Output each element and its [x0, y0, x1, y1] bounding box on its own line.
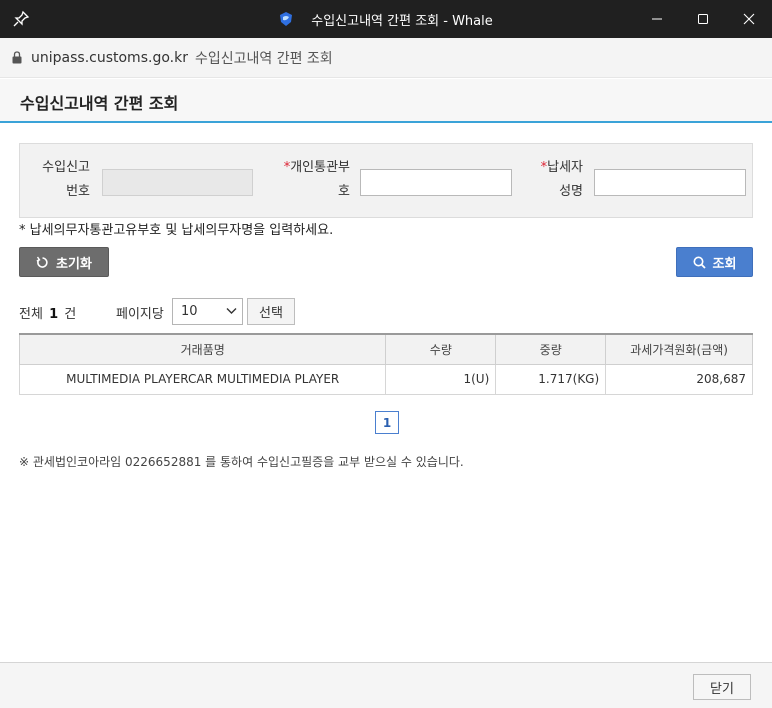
customs-code-label-text: 개인통관부	[290, 160, 350, 175]
import-no-label-line1: 수입신고	[42, 160, 90, 175]
results-table: 거래품명 수량 중량 과세가격원화(금액) MULTIMEDIA PLAYERC…	[18, 333, 753, 395]
bottom-bar: 닫기	[0, 662, 772, 708]
search-button[interactable]: 조회	[676, 247, 753, 277]
address-page-title: 수입신고내역 간편 조회	[194, 50, 333, 67]
address-host: unipass.customs.go.kr	[31, 49, 188, 66]
select-button[interactable]: 선택	[247, 298, 295, 325]
import-no-field	[102, 169, 253, 196]
taxpayer-label-line1: *납세자	[520, 156, 583, 180]
taxpayer-field[interactable]	[594, 169, 746, 196]
per-page-value: 10	[181, 304, 198, 319]
column-header-item: 거래품명	[18, 333, 387, 365]
chevron-down-icon	[226, 308, 237, 314]
customs-code-field[interactable]	[360, 169, 512, 196]
taxpayer-label: *납세자 성명	[520, 156, 583, 204]
search-form: 수입신고 번호 *개인통관부 호 *납세자 성명	[19, 143, 753, 218]
total-count-value: 1	[49, 307, 59, 322]
window-close-button[interactable]	[726, 0, 772, 38]
close-button[interactable]: 닫기	[693, 674, 751, 700]
reset-button[interactable]: 초기화	[19, 247, 109, 277]
table-row[interactable]: MULTIMEDIA PLAYERCAR MULTIMEDIA PLAYER 1…	[18, 363, 753, 395]
search-button-label: 조회	[712, 256, 737, 272]
pagination-page[interactable]: 1	[375, 411, 399, 434]
address-bar[interactable]: unipass.customs.go.kr 수입신고내역 간편 조회	[0, 38, 772, 78]
customs-code-input[interactable]	[361, 170, 511, 195]
page-header: 수입신고내역 간편 조회	[0, 79, 772, 123]
reset-button-label: 초기화	[56, 256, 92, 272]
import-no-label-line2: 번호	[66, 184, 90, 199]
window-titlebar: 수입신고내역 간편 조회 - Whale	[0, 0, 772, 38]
lock-icon	[12, 51, 22, 64]
table-header-row: 거래품명 수량 중량 과세가격원화(금액)	[18, 333, 753, 365]
column-header-value: 과세가격원화(금액)	[605, 333, 753, 365]
customs-code-label-line2: 호	[338, 184, 350, 199]
import-no-label: 수입신고 번호	[28, 156, 90, 204]
cell-weight: 1.717(KG)	[495, 363, 607, 395]
cell-item: MULTIMEDIA PLAYERCAR MULTIMEDIA PLAYER	[18, 363, 387, 395]
total-prefix: 전체	[19, 307, 43, 322]
taxpayer-label-line2: 성명	[559, 184, 583, 199]
total-count: 전체 1 건	[19, 303, 76, 322]
whale-icon	[279, 11, 293, 27]
input-notice: * 납세의무자통관고유부호 및 납세의무자명을 입력하세요.	[19, 223, 334, 238]
window-title: 수입신고내역 간편 조회 - Whale	[311, 13, 493, 29]
column-header-quantity: 수량	[385, 333, 497, 365]
cell-quantity: 1(U)	[385, 363, 497, 395]
cell-value: 208,687	[605, 363, 753, 395]
taxpayer-input[interactable]	[595, 170, 745, 195]
taxpayer-label-text: 납세자	[547, 160, 583, 175]
footnote: ※ 관세법인코아라임 0226652881 를 통하여 수입신고필증을 교부 받…	[19, 455, 464, 469]
minimize-button[interactable]	[634, 0, 680, 38]
customs-code-label-line1: *개인통관부	[265, 156, 350, 180]
per-page-select[interactable]: 10	[172, 298, 243, 325]
customs-code-label: *개인통관부 호	[265, 156, 350, 204]
refresh-icon	[36, 256, 48, 268]
page-title: 수입신고내역 간편 조회	[20, 94, 179, 113]
import-no-input	[103, 170, 252, 195]
maximize-button[interactable]	[680, 0, 726, 38]
total-suffix: 건	[64, 307, 77, 322]
per-page-label: 페이지당	[116, 307, 164, 322]
search-icon	[693, 256, 706, 269]
column-header-weight: 중량	[495, 333, 607, 365]
